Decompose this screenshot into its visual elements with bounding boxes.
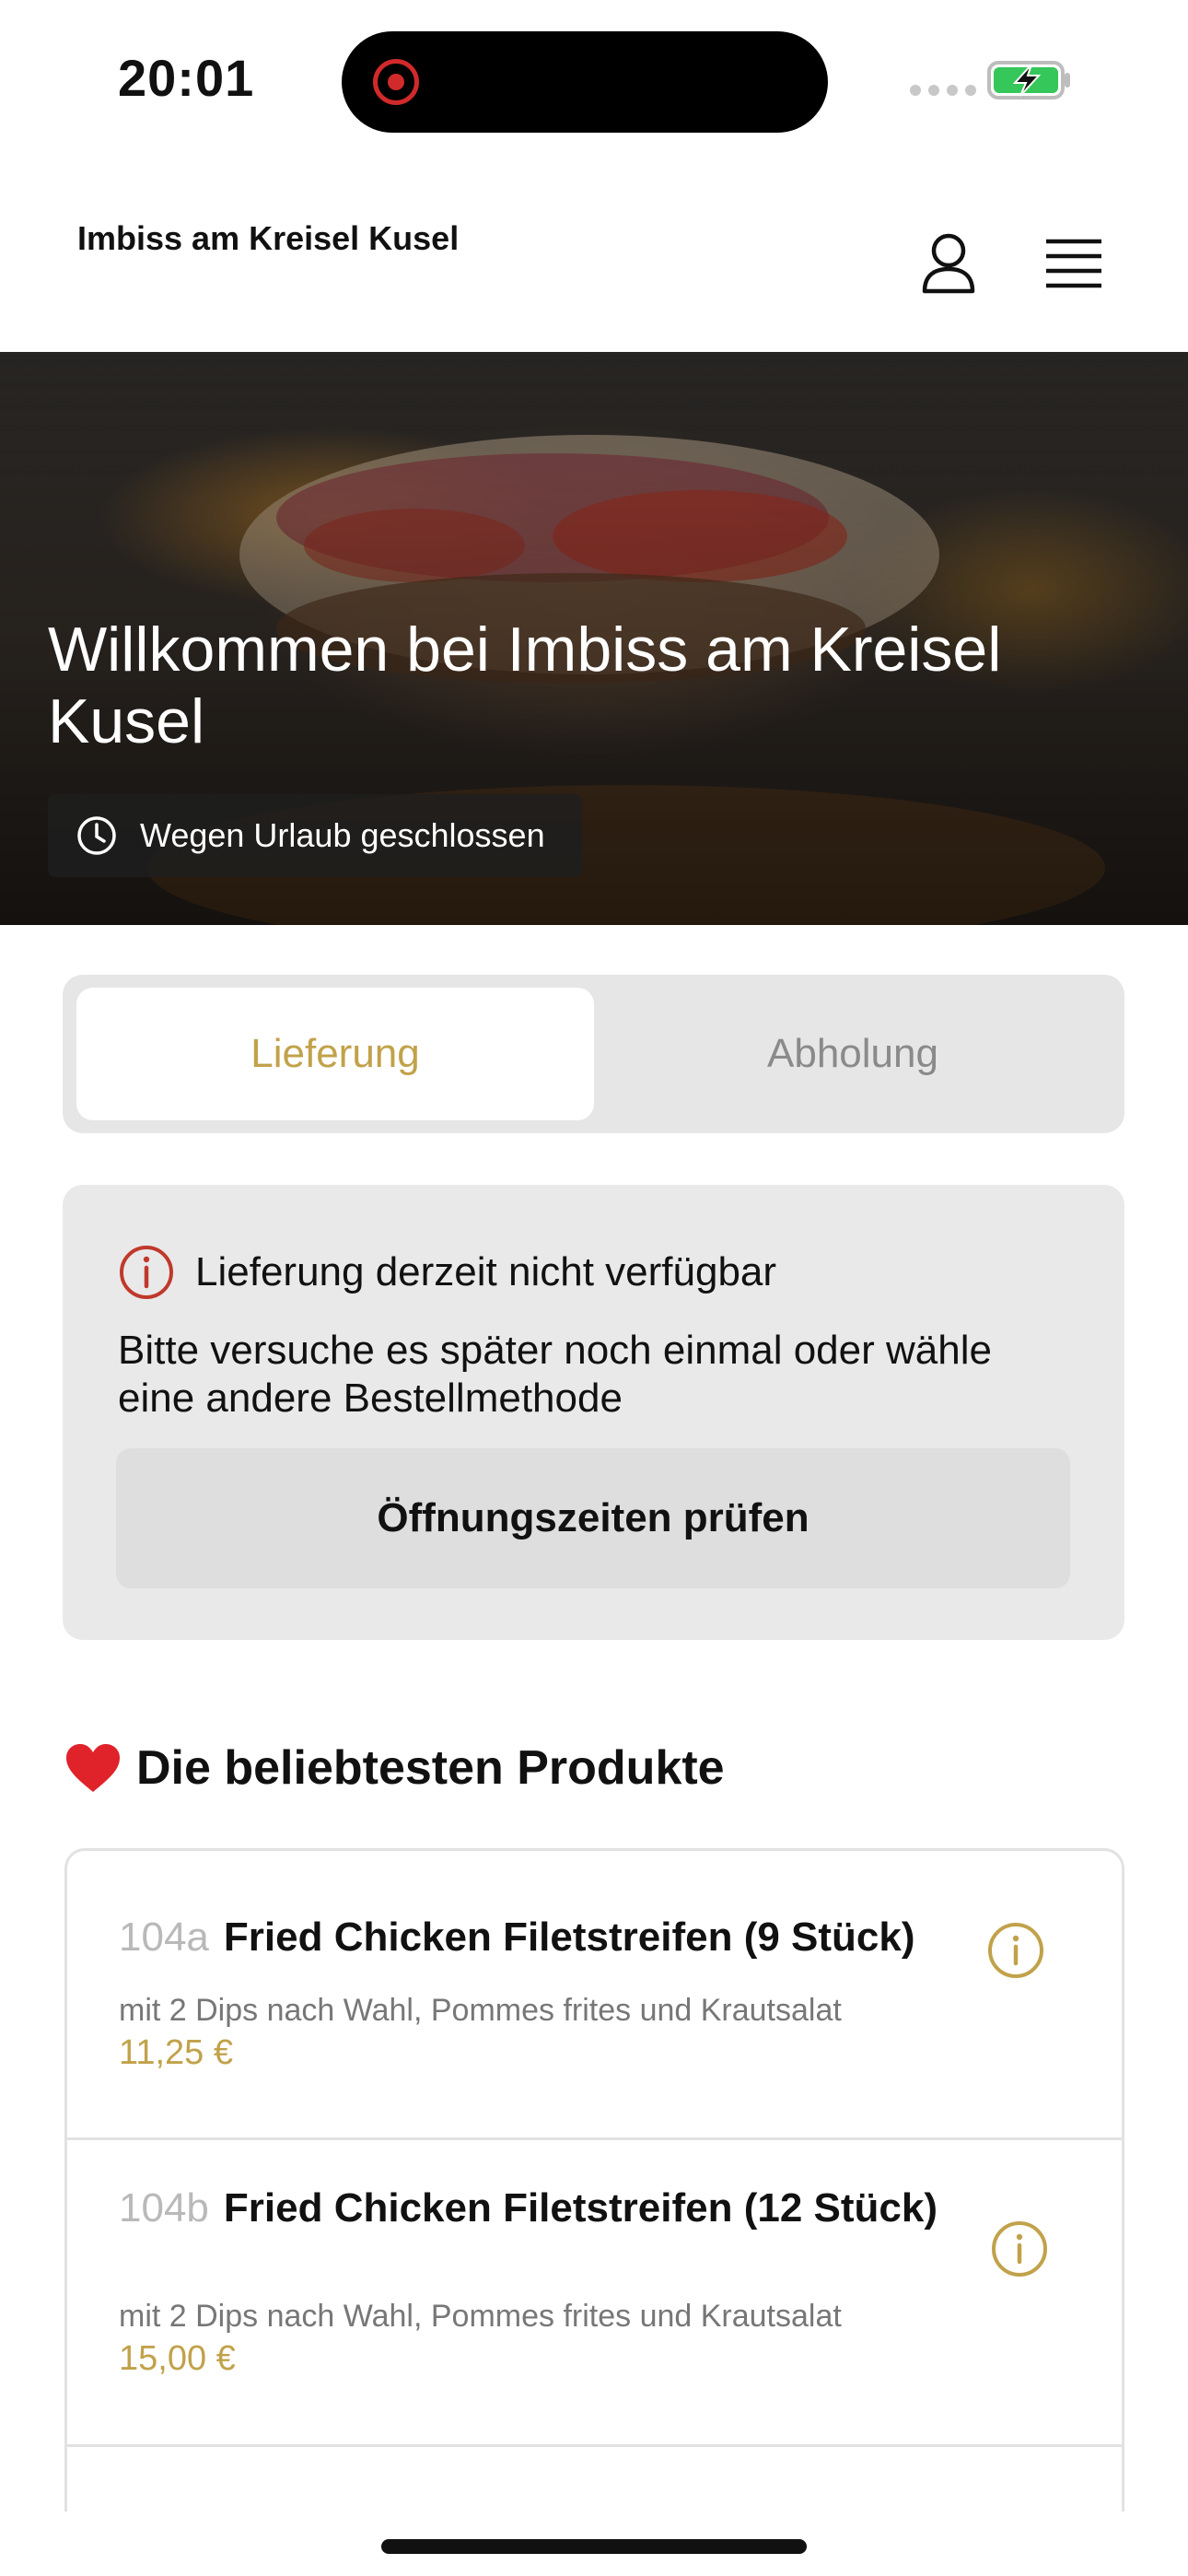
clock-icon <box>77 816 116 855</box>
product-heading: 104a Fried Chicken Filetstreifen (9 Stück… <box>119 1914 1003 1961</box>
cellular-signal-icon <box>910 85 976 96</box>
app-screen: 20:01 Imbiss am Kreisel Kusel Willkommen… <box>0 0 1188 2576</box>
product-name: Fried Chicken Filetstreifen (12 Stück) <box>223 2185 938 2231</box>
tab-lieferung[interactable]: Lieferung <box>76 988 594 1120</box>
product-description: mit 2 Dips nach Wahl, Pommes frites und … <box>119 2299 842 2334</box>
product-item[interactable]: 104b Fried Chicken Filetstreifen (12 Stüc… <box>67 2140 1122 2447</box>
info-icon[interactable] <box>990 2219 1049 2278</box>
home-indicator[interactable] <box>381 2539 807 2554</box>
status-badge: Wegen Urlaub geschlossen <box>48 794 582 877</box>
product-number: 104b <box>119 2185 209 2231</box>
welcome-title: Willkommen bei Imbiss am Kreisel Kusel <box>48 615 1002 756</box>
product-number: 104a <box>119 1914 209 1960</box>
product-item[interactable]: 104a Fried Chicken Filetstreifen (9 Stück… <box>67 1851 1122 2140</box>
app-header: Imbiss am Kreisel Kusel <box>0 166 1188 352</box>
product-description: mit 2 Dips nach Wahl, Pommes frites und … <box>119 1993 842 2028</box>
notice-text: Bitte versuche es später noch einmal ode… <box>118 1328 992 1421</box>
restaurant-name: Imbiss am Kreisel Kusel <box>77 219 460 257</box>
order-method-toggle: Lieferung Abholung <box>63 975 1124 1133</box>
person-icon[interactable] <box>912 227 985 300</box>
info-circle-icon <box>120 1246 173 1299</box>
battery-charging-icon <box>987 61 1070 100</box>
dynamic-island <box>342 31 828 133</box>
heart-icon <box>66 1744 120 1792</box>
info-icon[interactable] <box>986 1921 1045 1980</box>
product-price: 15,00 € <box>119 2339 236 2378</box>
section-title: Die beliebtesten Produkte <box>136 1741 725 1795</box>
tab-abholung[interactable]: Abholung <box>594 988 1112 1120</box>
hero-banner: Willkommen bei Imbiss am Kreisel Kusel W… <box>0 352 1188 925</box>
delivery-unavailable-notice: Lieferung derzeit nicht verfügbar Bitte … <box>63 1185 1124 1640</box>
notice-title: Lieferung derzeit nicht verfügbar <box>195 1249 777 1294</box>
hamburger-menu-icon[interactable] <box>1037 227 1111 300</box>
popular-products-heading: Die beliebtesten Produkte <box>64 1736 725 1800</box>
product-heading: 104b Fried Chicken Filetstreifen (12 Stüc… <box>119 2184 948 2232</box>
product-price: 11,25 € <box>119 2033 233 2072</box>
product-item[interactable] <box>67 2447 1122 2512</box>
status-bar: 20:01 <box>0 0 1188 166</box>
check-opening-hours-button[interactable]: Öffnungszeiten prüfen <box>116 1448 1070 1588</box>
product-name: Fried Chicken Filetstreifen (9 Stück) <box>223 1914 915 1960</box>
recording-icon <box>373 59 419 105</box>
popular-products-list: 104a Fried Chicken Filetstreifen (9 Stück… <box>64 1848 1124 2512</box>
status-text: Wegen Urlaub geschlossen <box>140 816 545 854</box>
status-time: 20:01 <box>118 49 255 107</box>
